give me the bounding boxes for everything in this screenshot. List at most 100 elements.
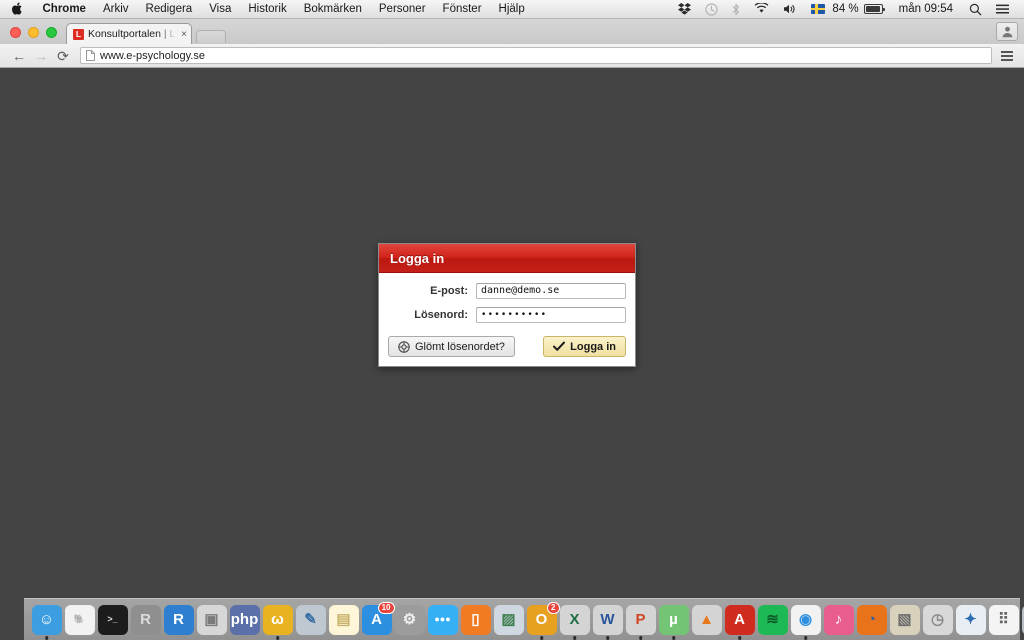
- dock-icon-acrobat[interactable]: A: [724, 604, 755, 635]
- forgot-password-label: Glömt lösenordet?: [415, 340, 505, 353]
- menu-item-fonster[interactable]: Fönster: [434, 0, 490, 19]
- dock-icon-itunes[interactable]: ♪: [823, 604, 854, 635]
- dock-icon-firefox[interactable]: ◔: [856, 604, 887, 635]
- dock-icon-system-utility[interactable]: ▧: [889, 604, 920, 635]
- maximize-window-button[interactable]: [46, 27, 57, 38]
- battery-percent-label: 84 %: [832, 3, 859, 15]
- dock-icon-notes[interactable]: ▤: [328, 604, 359, 635]
- forgot-password-button[interactable]: Glömt lösenordet?: [388, 336, 515, 357]
- dock-icon-glyph: ◷: [930, 611, 945, 628]
- login-submit-button[interactable]: Logga in: [543, 336, 626, 357]
- browser-tab-strip: L Konsultportalen | Ledarsk ×: [0, 19, 1024, 44]
- apple-logo-icon[interactable]: [12, 2, 23, 15]
- dock-icon-glyph: ◔: [866, 611, 877, 628]
- dock-icon-outlook[interactable]: O2: [526, 601, 560, 635]
- dock-icon-glyph: X: [569, 611, 580, 628]
- menu-bar-clock[interactable]: mån 09:54: [890, 3, 962, 15]
- dock-icon-safari[interactable]: ✦: [955, 604, 986, 635]
- close-window-button[interactable]: [10, 27, 21, 38]
- login-dialog: Logga in E-post: danne@demo.se Lösenord:…: [378, 243, 636, 367]
- reload-button[interactable]: ⟳: [52, 49, 74, 63]
- login-form: E-post: danne@demo.se Lösenord: ••••••••…: [379, 273, 635, 323]
- dock-icon-preview[interactable]: ▨: [493, 604, 524, 635]
- dock-icon-photoshop-brushes[interactable]: ✎: [295, 604, 326, 635]
- dock-icon-system-preferences[interactable]: ⚙: [394, 604, 425, 635]
- dock-icon-virtualbox[interactable]: ▣: [196, 604, 227, 635]
- dock-icon-spotify[interactable]: ≋: [757, 604, 788, 635]
- password-field-label: Lösenord:: [414, 309, 468, 321]
- dock-icon-excel[interactable]: X: [559, 604, 590, 635]
- tab-favicon-icon: L: [73, 28, 84, 40]
- dock-icon-powerpoint[interactable]: P: [625, 604, 656, 635]
- dock-icon-glyph: php: [230, 611, 259, 628]
- dock-icon-glyph: ▧: [897, 611, 912, 628]
- dock-icon-utorrent[interactable]: µ: [658, 604, 689, 635]
- page-document-icon: [86, 50, 95, 61]
- dock-icon-glyph: ⠿: [998, 611, 1009, 628]
- dock-badge: 2: [547, 601, 560, 614]
- dock-badge: 10: [377, 601, 395, 614]
- dock-icon-messages[interactable]: ●●●: [427, 604, 458, 635]
- menu-item-bokmarken[interactable]: Bokmärken: [295, 0, 370, 19]
- dock-icon-glyph: ▤: [336, 611, 351, 628]
- volume-icon[interactable]: [776, 3, 804, 15]
- tab-title: Konsultportalen | Ledarsk: [88, 28, 178, 40]
- menu-item-chrome[interactable]: Chrome: [34, 0, 94, 19]
- dock-icon-mamp[interactable]: 🐘: [64, 604, 95, 635]
- swedish-flag-icon[interactable]: [804, 4, 832, 14]
- back-button[interactable]: ←: [8, 49, 30, 63]
- forward-button[interactable]: →: [30, 49, 52, 63]
- menu-item-visa[interactable]: Visa: [201, 0, 240, 19]
- notification-center-icon[interactable]: [989, 4, 1016, 15]
- menu-item-redigera[interactable]: Redigera: [137, 0, 201, 19]
- dock-icon-glyph: ω: [271, 611, 284, 628]
- menu-item-personer[interactable]: Personer: [370, 0, 434, 19]
- dock-icon-php-storm[interactable]: php: [229, 604, 260, 635]
- dock-icon-glyph: 🐘: [73, 614, 86, 624]
- time-machine-icon[interactable]: [698, 2, 725, 16]
- dock-icon-glyph: P: [635, 611, 646, 628]
- dock-icon-terminal[interactable]: >_: [97, 604, 128, 635]
- dropbox-icon[interactable]: [671, 3, 698, 15]
- email-field[interactable]: danne@demo.se: [476, 283, 626, 299]
- minimize-window-button[interactable]: [28, 27, 39, 38]
- user-profile-icon[interactable]: [996, 22, 1018, 41]
- dock-icon-launchpad[interactable]: ⠿: [988, 604, 1019, 635]
- bluetooth-icon[interactable]: [725, 3, 747, 16]
- dock-icon-finder[interactable]: ☺: [31, 604, 62, 635]
- password-form-row: Lösenord: ••••••••••: [388, 307, 626, 323]
- dock-icon-glyph: O: [535, 611, 548, 628]
- new-tab-button[interactable]: [196, 30, 226, 43]
- spotlight-search-icon[interactable]: [962, 3, 989, 16]
- login-dialog-title: Logga in: [390, 250, 445, 266]
- wifi-icon[interactable]: [747, 3, 776, 15]
- hamburger-menu-icon[interactable]: [998, 50, 1016, 61]
- dock-icon-glyph: R: [140, 611, 151, 628]
- dock-icon-glyph: ▯: [471, 611, 480, 628]
- page-viewport: Logga in E-post: danne@demo.se Lösenord:…: [0, 88, 1024, 617]
- dock-icon-ibooks[interactable]: ▯: [460, 604, 491, 635]
- password-field[interactable]: ••••••••••: [476, 307, 626, 323]
- dock-icon-rstudio[interactable]: R: [163, 604, 194, 635]
- menu-item-arkiv[interactable]: Arkiv: [94, 0, 137, 19]
- mac-dock: ☺🐘>_RR▣phpω✎▤A10⚙●●●▯▨O2XWPµ▲A≋◉♪◔▧◷✦⠿⬇★…: [24, 598, 1024, 640]
- address-bar[interactable]: www.e-psychology.se: [80, 47, 992, 64]
- tab-close-icon[interactable]: ×: [178, 29, 187, 40]
- email-form-row: E-post: danne@demo.se: [388, 283, 626, 299]
- dock-icon-r-console[interactable]: R: [130, 604, 161, 635]
- dock-icon-wampserver[interactable]: ω: [262, 604, 293, 635]
- menu-item-hjalp[interactable]: Hjälp: [490, 0, 533, 19]
- browser-tab[interactable]: L Konsultportalen | Ledarsk ×: [66, 23, 192, 44]
- dock-icon-word[interactable]: W: [592, 604, 623, 635]
- battery-icon[interactable]: [862, 4, 890, 14]
- dock-icon-dashboard[interactable]: ◷: [922, 604, 953, 635]
- checkmark-icon: [553, 341, 566, 352]
- dock-icon-chrome[interactable]: ◉: [790, 604, 821, 635]
- dock-icon-vlc[interactable]: ▲: [691, 604, 722, 635]
- dock-icon-app-store[interactable]: A 10: [361, 601, 395, 635]
- dock-icon-glyph: R: [173, 611, 184, 628]
- login-submit-label: Logga in: [570, 340, 616, 353]
- dock-icon-glyph: ♪: [834, 611, 843, 628]
- menu-item-historik[interactable]: Historik: [240, 0, 295, 19]
- login-dialog-footer: Glömt lösenordet? Logga in: [379, 331, 635, 366]
